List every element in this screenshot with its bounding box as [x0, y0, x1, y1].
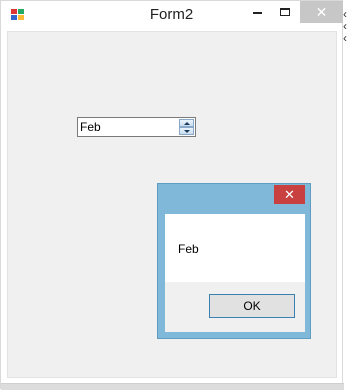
updown-value[interactable]: Feb [80, 120, 101, 134]
maximize-button[interactable] [271, 1, 299, 23]
down-arrow-icon [183, 129, 190, 133]
up-arrow-icon [183, 121, 190, 125]
close-button[interactable]: ✕ [300, 1, 343, 23]
close-icon: ✕ [284, 186, 295, 202]
month-updown[interactable]: Feb [77, 117, 196, 137]
spin-buttons [179, 119, 194, 135]
background-window-edge: ‹ ‹ ‹ [343, 0, 351, 389]
maximize-icon [280, 8, 290, 16]
minimize-icon [252, 12, 262, 14]
spin-down-button[interactable] [179, 127, 194, 135]
background-text-fragment: ‹ [343, 31, 347, 45]
message-box-close-button[interactable]: ✕ [274, 185, 305, 204]
minimize-button[interactable] [243, 1, 271, 23]
message-box-body: Feb OK [165, 214, 305, 332]
message-box: ✕ Feb OK [157, 183, 311, 339]
ok-button[interactable]: OK [209, 294, 295, 318]
message-text: Feb [178, 242, 199, 256]
message-text-area: Feb [165, 214, 305, 282]
close-icon: ✕ [315, 4, 328, 20]
title-bar[interactable]: Form2 ✕ [1, 1, 343, 31]
spin-up-button[interactable] [179, 119, 194, 127]
